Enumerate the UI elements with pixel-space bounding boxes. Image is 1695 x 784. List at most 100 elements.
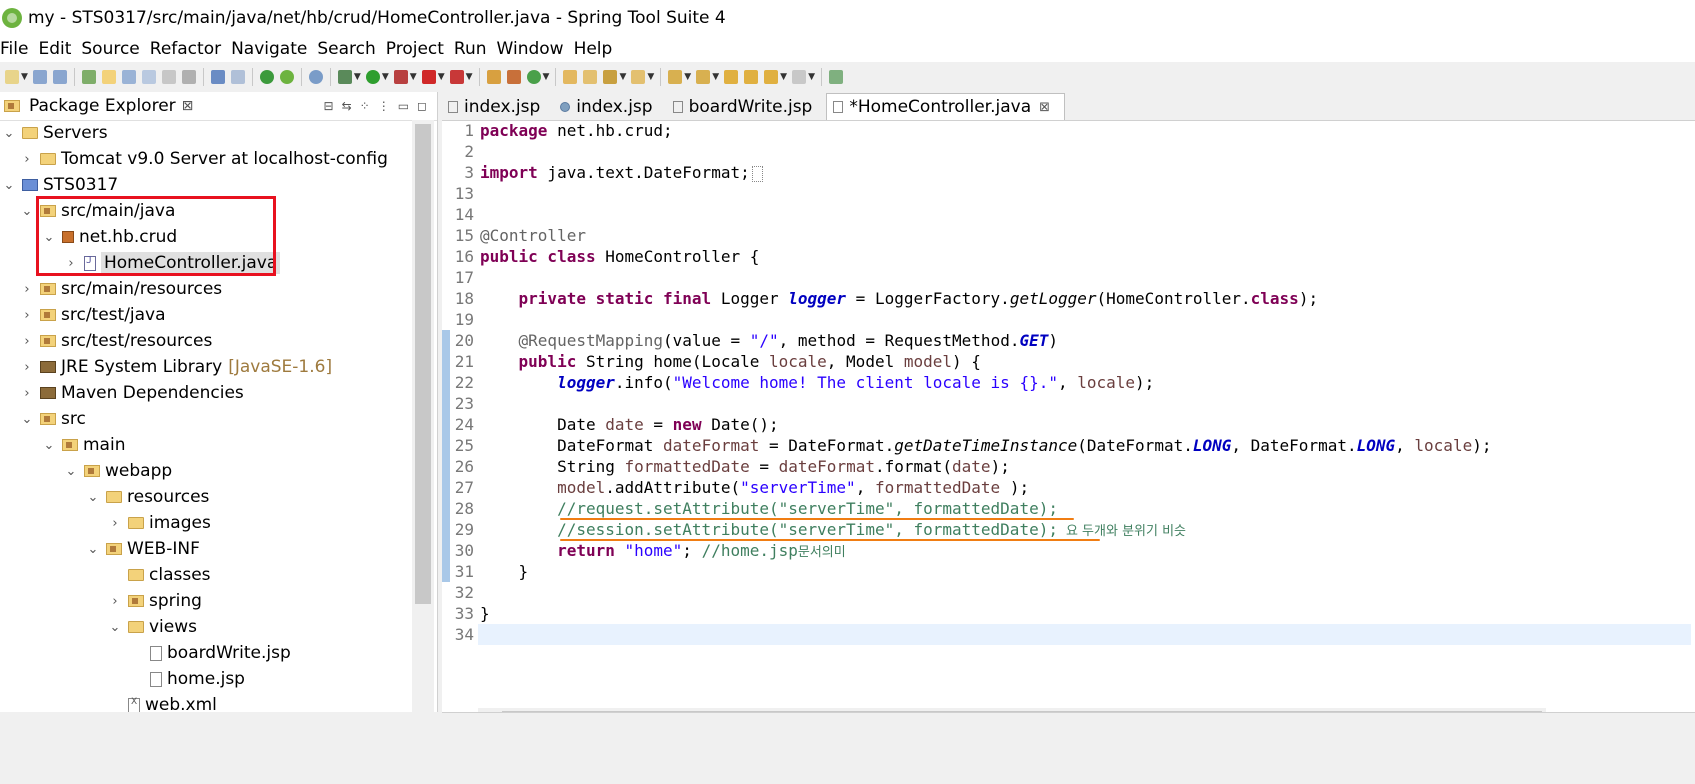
chevron-right-icon[interactable]: › [20,386,34,401]
open-type-icon[interactable] [563,70,578,84]
tree-item-src-test-java[interactable]: › src/test/java [20,302,165,328]
forward-icon[interactable] [792,70,807,84]
chevron-down-icon[interactable]: ▼ [410,72,417,82]
menu-search[interactable]: Search [317,39,385,59]
back-history-icon[interactable] [744,70,759,84]
link-with-editor-icon[interactable]: ⇆ [342,99,352,113]
save-icon[interactable] [32,70,47,84]
tree-item-src-test-resources[interactable]: › src/test/resources [20,328,212,354]
next-annotation-icon[interactable] [668,70,683,84]
chevron-down-icon[interactable]: ⌄ [20,412,34,427]
menu-navigate[interactable]: Navigate [231,39,317,59]
chevron-right-icon[interactable]: › [64,256,78,271]
chevron-down-icon[interactable]: ▼ [466,72,473,82]
chevron-right-icon[interactable]: › [20,334,34,349]
open-folder-icon[interactable] [583,70,598,84]
menu-edit[interactable]: Edit [38,39,81,59]
highlight-icon[interactable] [101,70,116,84]
tree-item-project[interactable]: ⌄ STS0317 [2,172,119,198]
maximize-icon[interactable]: ◻ [417,99,427,113]
tree-item-tomcat[interactable]: › Tomcat v9.0 Server at localhost-config [20,146,388,172]
debug-icon[interactable] [337,70,352,84]
tree-item-jre[interactable]: › JRE System Library [JavaSE-1.6] [20,354,332,380]
chevron-down-icon[interactable]: ⌄ [86,542,100,557]
tree-item-home-jsp[interactable]: home.jsp [130,666,245,692]
tree-item-src-main-java[interactable]: ⌄ src/main/java [20,198,176,224]
tree-item-resources[interactable]: ⌄ resources [86,484,210,510]
close-icon[interactable]: ⊠ [1039,100,1050,115]
chevron-right-icon[interactable]: › [108,594,122,609]
filter-icon[interactable]: ⁘ [360,99,370,113]
chevron-down-icon[interactable]: ⌄ [20,204,34,219]
chevron-right-icon[interactable]: › [20,282,34,297]
back-icon[interactable] [764,70,779,84]
menu-source[interactable]: Source [81,39,149,59]
tree-item-webapp[interactable]: ⌄ webapp [64,458,173,484]
toggle-block-icon[interactable] [121,70,136,84]
coverage-icon[interactable] [449,70,464,84]
run-external-icon[interactable] [393,70,408,84]
tree-item-maven-deps[interactable]: › Maven Dependencies [20,380,243,406]
monitor-icon[interactable] [210,70,225,84]
chevron-down-icon[interactable]: ▼ [438,72,445,82]
menu-run[interactable]: Run [454,39,497,59]
prev-annotation-icon[interactable] [696,70,711,84]
chevron-down-icon[interactable]: ▼ [382,72,389,82]
run-icon[interactable] [365,70,380,84]
collapse-all-icon[interactable]: ⊟ [324,99,334,113]
new-icon[interactable] [5,70,19,84]
tree-item-servers[interactable]: ⌄ Servers [2,120,108,146]
menu-refactor[interactable]: Refactor [150,39,231,59]
chevron-down-icon[interactable]: ▼ [808,72,815,82]
pilcrow-icon[interactable] [161,70,176,84]
save-all-icon[interactable] [52,70,67,84]
open-resource-icon[interactable] [631,70,646,84]
tab-index-jsp-1[interactable]: index.jsp [442,94,554,120]
tree-item-views[interactable]: ⌄ views [108,614,197,640]
chevron-down-icon[interactable]: ▼ [543,72,550,82]
chevron-right-icon[interactable]: › [20,308,34,323]
close-icon[interactable]: ⊠ [182,98,194,114]
chevron-down-icon[interactable]: ▼ [619,72,626,82]
chevron-down-icon[interactable]: ⌄ [108,620,122,635]
chevron-down-icon[interactable]: ▼ [354,72,361,82]
tree-item-src[interactable]: ⌄ src [20,406,86,432]
chevron-down-icon[interactable]: ▼ [647,72,654,82]
word-wrap-icon[interactable] [141,70,156,84]
chevron-down-icon[interactable]: ⌄ [42,230,56,245]
open-perspective-icon[interactable] [828,70,843,84]
menu-window[interactable]: Window [497,39,574,59]
tree-item-homecontroller[interactable]: › HomeController.java [64,250,281,276]
package-explorer-scrollbar[interactable]: ▾ [412,120,434,783]
chevron-down-icon[interactable]: ▼ [712,72,719,82]
tree-item-classes[interactable]: classes [108,562,211,588]
chevron-right-icon[interactable]: › [20,360,34,375]
chevron-down-icon[interactable]: ⌄ [86,490,100,505]
tree-item-package[interactable]: ⌄ net.hb.crud [42,224,178,250]
last-edit-icon[interactable] [724,70,739,84]
pin-icon[interactable] [81,70,96,84]
menu-help[interactable]: Help [574,39,623,59]
new-package-icon[interactable] [486,70,501,84]
folded-imports-marker[interactable] [751,165,763,182]
tree-item-web-inf[interactable]: ⌄ WEB-INF [86,536,200,562]
chevron-down-icon[interactable]: ▼ [780,72,787,82]
tab-boardwrite-jsp[interactable]: boardWrite.jsp [667,94,827,120]
chevron-down-icon[interactable]: ⌄ [42,438,56,453]
chevron-down-icon[interactable]: ⌄ [64,464,78,479]
tree-item-images[interactable]: › images [108,510,210,536]
chevron-down-icon[interactable]: ▼ [21,72,28,82]
chevron-right-icon[interactable]: › [108,516,122,531]
scrollbar-thumb[interactable] [415,124,431,604]
tab-index-jsp-2[interactable]: index.jsp [554,94,666,120]
package-explorer-title[interactable]: Package Explorer [29,96,176,116]
spring-boot-icon[interactable] [279,70,294,84]
tab-homecontroller-java[interactable]: *HomeController.java ⊠ [826,93,1066,120]
tree-item-boardwrite[interactable]: boardWrite.jsp [130,640,291,666]
tree-item-spring[interactable]: › spring [108,588,202,614]
power-icon[interactable] [259,70,274,84]
new-task-icon[interactable] [526,70,541,84]
tree-item-src-main-resources[interactable]: › src/main/resources [20,276,222,302]
minimize-icon[interactable]: ▭ [398,99,409,113]
view-menu-icon[interactable]: ⋮ [378,99,390,113]
